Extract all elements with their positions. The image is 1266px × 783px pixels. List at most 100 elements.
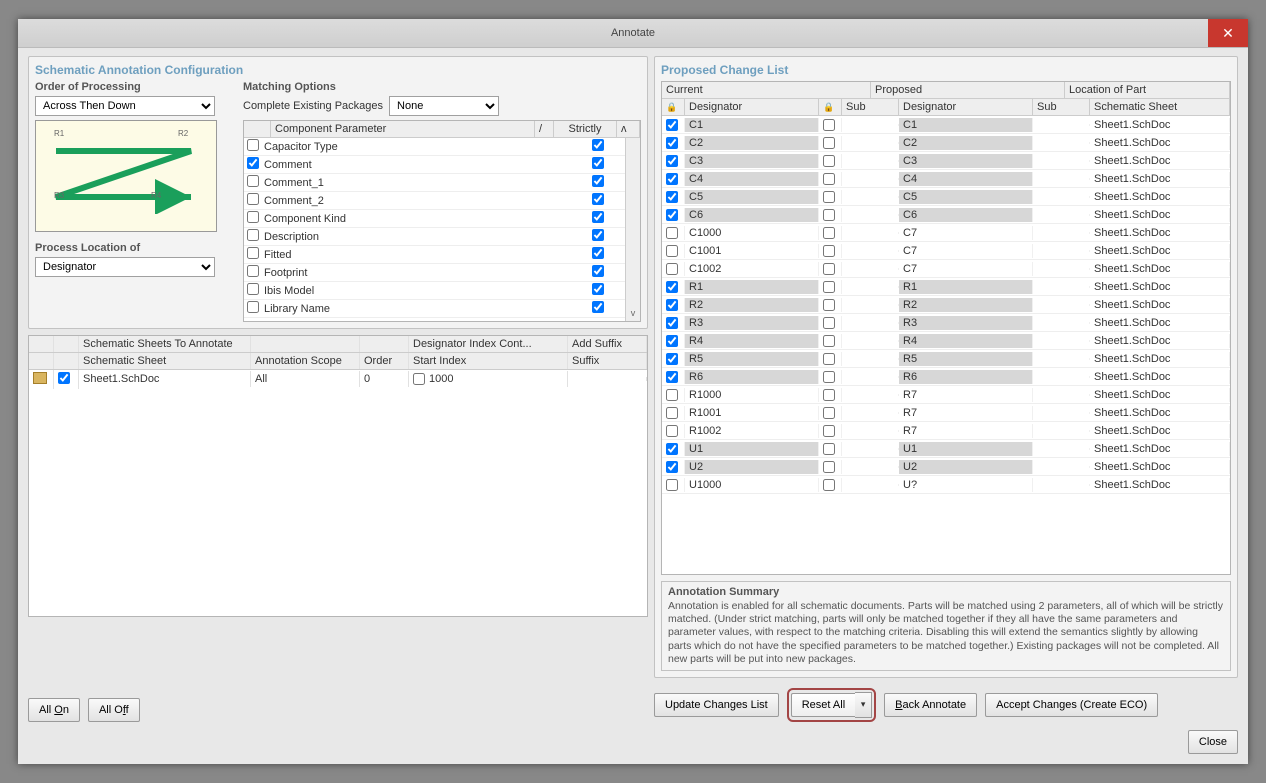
all-on-button[interactable]: All On <box>28 698 80 722</box>
param-row[interactable]: Capacitor Type <box>244 138 625 156</box>
lock-checkbox[interactable] <box>666 299 678 311</box>
sub-lock-checkbox[interactable] <box>823 479 835 491</box>
sheets-col-start[interactable]: Start Index <box>409 353 568 369</box>
sheet-scope[interactable]: All <box>251 371 360 387</box>
sheets-col-main[interactable]: Schematic Sheets To Annotate <box>79 336 251 352</box>
param-checkbox[interactable] <box>247 283 259 295</box>
param-checkbox[interactable] <box>247 265 259 277</box>
process-loc-select[interactable]: Designator <box>35 257 215 277</box>
close-button[interactable]: Close <box>1188 730 1238 754</box>
lock-checkbox[interactable] <box>666 371 678 383</box>
col-designator-cur[interactable]: Designator <box>685 99 819 115</box>
param-checkbox[interactable] <box>247 157 259 169</box>
col-group-current[interactable]: Current <box>662 82 871 98</box>
back-annotate-button[interactable]: Back Annotate <box>884 693 977 717</box>
sub-lock-checkbox[interactable] <box>823 227 835 239</box>
sheets-col-addsuf[interactable]: Add Suffix <box>568 336 647 352</box>
param-col-strict[interactable]: Strictly <box>554 121 617 137</box>
param-strict-checkbox[interactable] <box>592 139 604 151</box>
change-row[interactable]: R2 R2 Sheet1.SchDoc <box>662 296 1230 314</box>
sub-lock-checkbox[interactable] <box>823 263 835 275</box>
col-sub-cur[interactable]: Sub <box>842 99 899 115</box>
sheet-row[interactable]: Sheet1.SchDoc All 0 1000 <box>29 370 647 388</box>
sub-lock-checkbox[interactable] <box>823 137 835 149</box>
lock-checkbox[interactable] <box>666 317 678 329</box>
sub-lock-checkbox[interactable] <box>823 155 835 167</box>
param-col-name[interactable]: Component Parameter <box>271 121 535 137</box>
start-index[interactable]: 1000 <box>429 373 453 385</box>
change-row[interactable]: U1000 U? Sheet1.SchDoc <box>662 476 1230 494</box>
lock-checkbox[interactable] <box>666 407 678 419</box>
sheets-col-suf[interactable]: Suffix <box>568 353 647 369</box>
lock-checkbox[interactable] <box>666 281 678 293</box>
change-row[interactable]: R1001 R7 Sheet1.SchDoc <box>662 404 1230 422</box>
param-row[interactable]: Comment_1 <box>244 174 625 192</box>
change-row[interactable]: R1000 R7 Sheet1.SchDoc <box>662 386 1230 404</box>
change-row[interactable]: C3 C3 Sheet1.SchDoc <box>662 152 1230 170</box>
change-row[interactable]: C1000 C7 Sheet1.SchDoc <box>662 224 1230 242</box>
lock-checkbox[interactable] <box>666 245 678 257</box>
param-row[interactable]: Ibis Model <box>244 282 625 300</box>
param-row[interactable]: Component Kind <box>244 210 625 228</box>
reset-all-button[interactable]: Reset All <box>791 693 855 717</box>
start-index-checkbox[interactable] <box>413 373 425 385</box>
sub-lock-checkbox[interactable] <box>823 371 835 383</box>
lock-checkbox[interactable] <box>666 227 678 239</box>
sub-lock-checkbox[interactable] <box>823 389 835 401</box>
sheets-col-dic[interactable]: Designator Index Cont... <box>409 336 568 352</box>
change-row[interactable]: C4 C4 Sheet1.SchDoc <box>662 170 1230 188</box>
change-row[interactable]: R1 R1 Sheet1.SchDoc <box>662 278 1230 296</box>
sub-lock-checkbox[interactable] <box>823 173 835 185</box>
sub-lock-checkbox[interactable] <box>823 461 835 473</box>
change-row[interactable]: U2 U2 Sheet1.SchDoc <box>662 458 1230 476</box>
param-row[interactable]: Library Name <box>244 300 625 318</box>
order-select[interactable]: Across Then Down <box>35 96 215 116</box>
lock-checkbox[interactable] <box>666 155 678 167</box>
accept-changes-button[interactable]: Accept Changes (Create ECO) <box>985 693 1158 717</box>
param-checkbox[interactable] <box>247 229 259 241</box>
change-row[interactable]: C2 C2 Sheet1.SchDoc <box>662 134 1230 152</box>
change-row[interactable]: C1001 C7 Sheet1.SchDoc <box>662 242 1230 260</box>
sub-lock-checkbox[interactable] <box>823 425 835 437</box>
param-row[interactable]: Fitted <box>244 246 625 264</box>
param-checkbox[interactable] <box>247 247 259 259</box>
param-scrollbar[interactable]: v <box>625 138 640 321</box>
param-row[interactable]: Description <box>244 228 625 246</box>
change-row[interactable]: R3 R3 Sheet1.SchDoc <box>662 314 1230 332</box>
sheets-col-order[interactable]: Order <box>360 353 409 369</box>
update-changes-button[interactable]: Update Changes List <box>654 693 779 717</box>
param-strict-checkbox[interactable] <box>592 175 604 187</box>
sub-lock-checkbox[interactable] <box>823 191 835 203</box>
lock-checkbox[interactable] <box>666 137 678 149</box>
lock-checkbox[interactable] <box>666 461 678 473</box>
param-strict-checkbox[interactable] <box>592 229 604 241</box>
param-row[interactable]: Comment_2 <box>244 192 625 210</box>
lock-checkbox[interactable] <box>666 335 678 347</box>
col-designator-prop[interactable]: Designator <box>899 99 1033 115</box>
lock-checkbox[interactable] <box>666 353 678 365</box>
param-checkbox[interactable] <box>247 211 259 223</box>
sub-lock-checkbox[interactable] <box>823 119 835 131</box>
col-group-location[interactable]: Location of Part <box>1065 82 1230 98</box>
sub-lock-checkbox[interactable] <box>823 245 835 257</box>
sub-lock-checkbox[interactable] <box>823 335 835 347</box>
close-icon[interactable]: ✕ <box>1208 19 1248 47</box>
reset-all-dropdown[interactable]: ▾ <box>855 692 872 718</box>
param-row[interactable]: Comment <box>244 156 625 174</box>
sub-lock-checkbox[interactable] <box>823 443 835 455</box>
param-checkbox[interactable] <box>247 139 259 151</box>
param-strict-checkbox[interactable] <box>592 247 604 259</box>
change-row[interactable]: C1002 C7 Sheet1.SchDoc <box>662 260 1230 278</box>
col-sub-prop[interactable]: Sub <box>1033 99 1090 115</box>
lock-checkbox[interactable] <box>666 389 678 401</box>
param-checkbox[interactable] <box>247 193 259 205</box>
all-off-button[interactable]: All Off <box>88 698 140 722</box>
param-strict-checkbox[interactable] <box>592 193 604 205</box>
sheet-checkbox[interactable] <box>58 372 70 384</box>
sub-lock-checkbox[interactable] <box>823 317 835 329</box>
change-row[interactable]: C5 C5 Sheet1.SchDoc <box>662 188 1230 206</box>
change-row[interactable]: R6 R6 Sheet1.SchDoc <box>662 368 1230 386</box>
param-row[interactable]: Footprint <box>244 264 625 282</box>
sub-lock-checkbox[interactable] <box>823 281 835 293</box>
lock-checkbox[interactable] <box>666 173 678 185</box>
